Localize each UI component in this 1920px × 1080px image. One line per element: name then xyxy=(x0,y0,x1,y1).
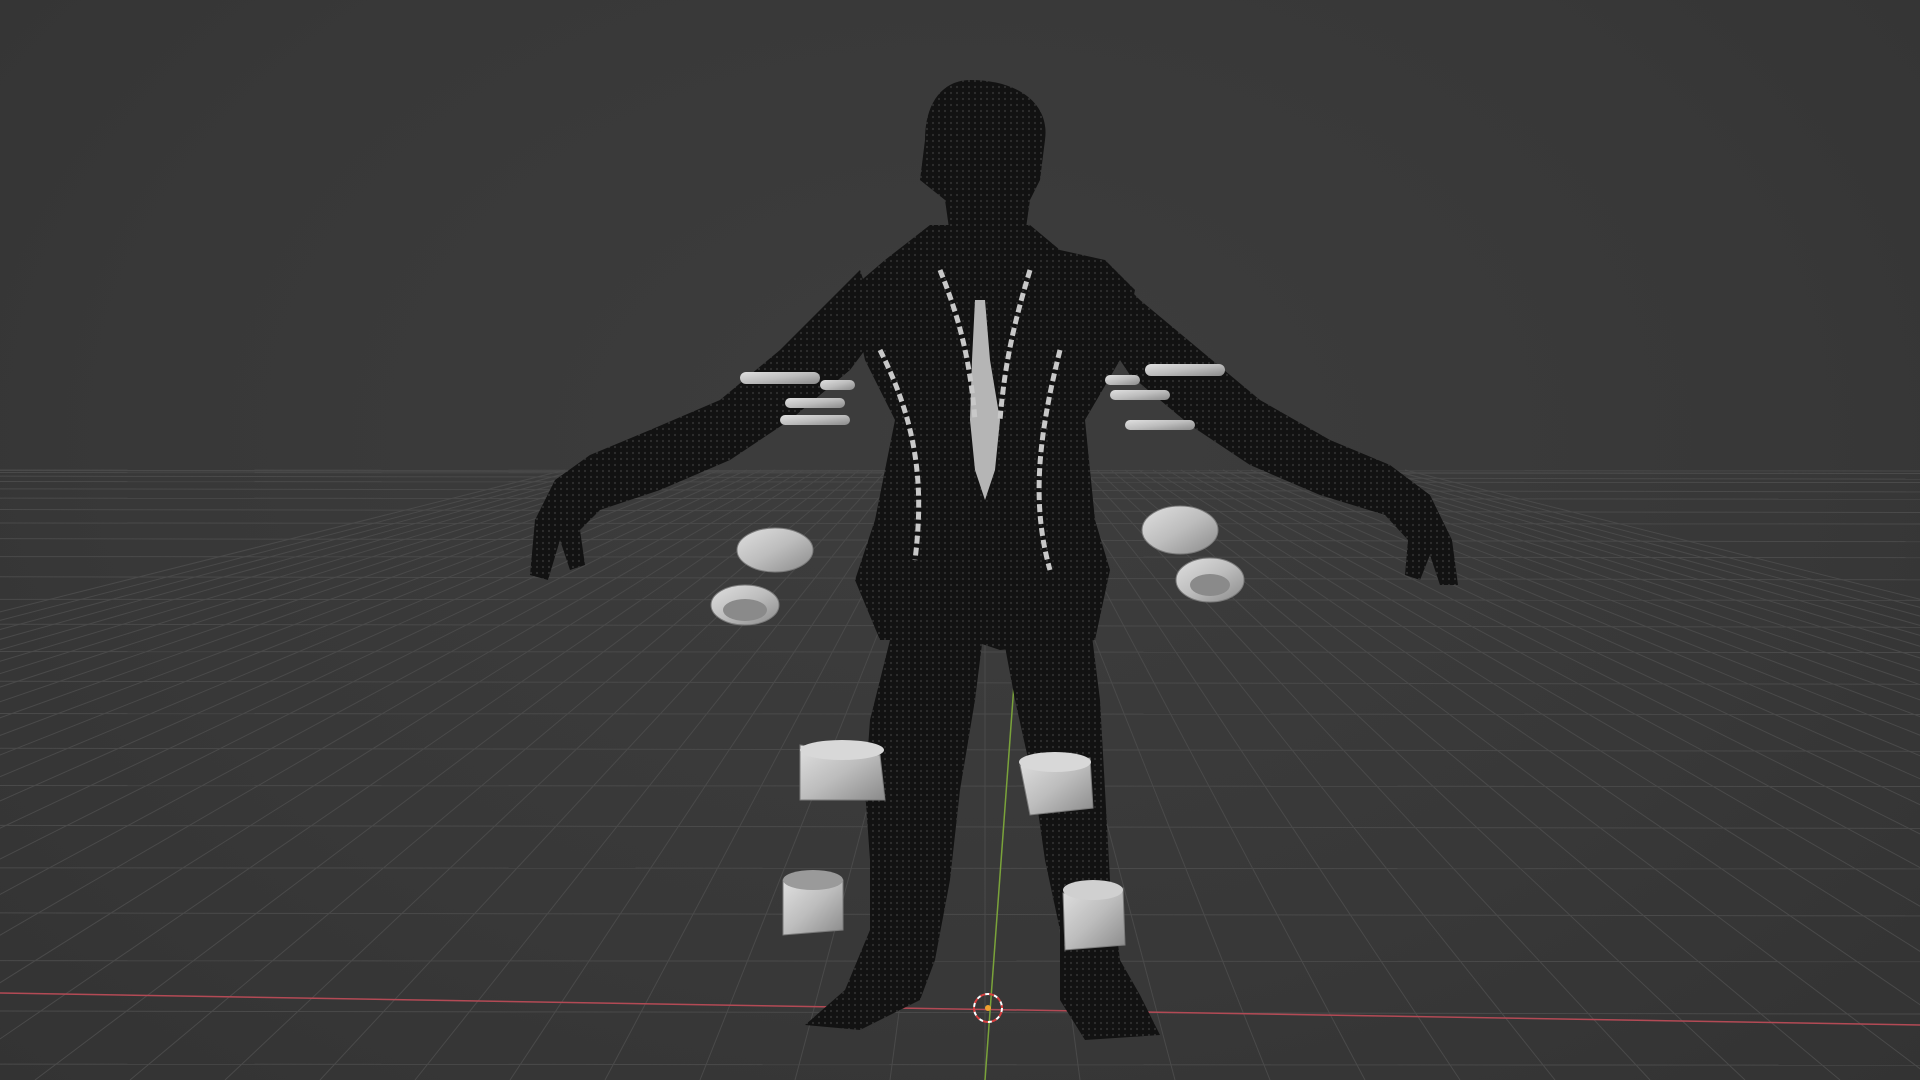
left-leg xyxy=(805,620,985,1030)
grid-line xyxy=(0,1063,1920,1066)
grid-line xyxy=(0,469,692,719)
grid-line xyxy=(0,469,776,860)
grid-line xyxy=(0,912,1920,917)
ankle-cuff-left[interactable] xyxy=(782,870,844,936)
grid-line xyxy=(0,1010,1920,1015)
grid-line xyxy=(0,469,832,1040)
3d-viewport[interactable] xyxy=(0,0,1920,1080)
viewport-canvas[interactable] xyxy=(0,0,1920,1080)
ankle-cuff-right[interactable] xyxy=(1062,880,1126,951)
thigh-band-left[interactable] xyxy=(799,740,886,801)
grid-line xyxy=(1124,469,1920,1070)
wrist-cuff-right[interactable] xyxy=(1141,505,1245,603)
grid-line xyxy=(1194,469,1920,835)
grid-line xyxy=(1278,469,1920,701)
grid-line xyxy=(0,469,720,756)
character-mesh[interactable] xyxy=(530,80,1458,1040)
grid-line xyxy=(0,824,1920,829)
grid-line xyxy=(1152,469,1920,952)
grid-line xyxy=(0,469,804,936)
grid-line xyxy=(1166,469,1920,907)
grid-line xyxy=(1222,469,1920,780)
grid-line xyxy=(0,469,622,651)
grid-line xyxy=(1292,469,1920,686)
3d-cursor-icon[interactable] xyxy=(973,993,1003,1023)
grid-line xyxy=(0,960,1920,963)
grid-line xyxy=(0,469,580,621)
grid-line xyxy=(1236,469,1920,757)
grid-line xyxy=(1082,469,1651,1080)
wrist-cuff-left[interactable] xyxy=(710,527,814,626)
grid-line xyxy=(0,867,1920,870)
head xyxy=(920,80,1046,235)
grid-line xyxy=(0,469,734,778)
grid-line xyxy=(34,469,846,1080)
grid-line xyxy=(1180,469,1920,869)
grid-line xyxy=(1390,469,1920,608)
thigh-band-right[interactable] xyxy=(1019,752,1094,816)
grid-line xyxy=(0,469,706,736)
grid-line xyxy=(0,469,762,829)
grid-line xyxy=(1264,469,1920,718)
grid-line xyxy=(0,469,566,613)
grid-line xyxy=(0,469,594,631)
